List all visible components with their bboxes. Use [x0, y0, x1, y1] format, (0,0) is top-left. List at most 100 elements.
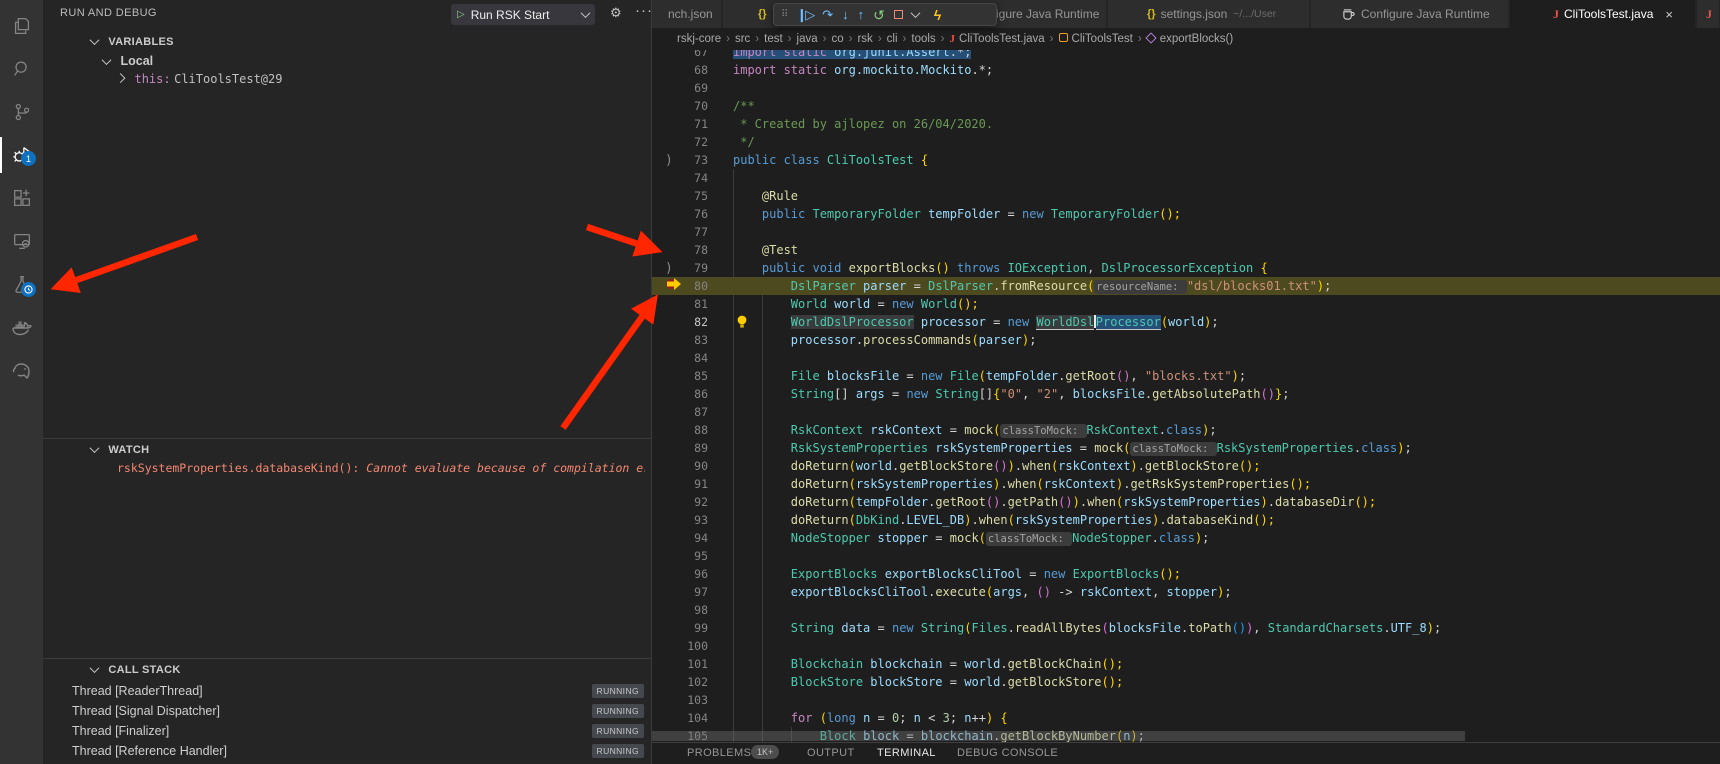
source-control-icon[interactable]: [0, 92, 43, 132]
code-line[interactable]: 83 processor.processCommands(parser);: [652, 331, 1720, 349]
stop-icon[interactable]: [894, 10, 903, 19]
code-line[interactable]: 86 String[] args = new String[]{"0", "2"…: [652, 385, 1720, 403]
drag-grip-icon[interactable]: ⠿: [781, 10, 787, 20]
code-line[interactable]: 85 File blocksFile = new File(tempFolder…: [652, 367, 1720, 385]
code-line[interactable]: 67import static org.junit.Assert.*;: [652, 50, 1720, 61]
code-line[interactable]: 92 doReturn(tempFolder.getRoot().getPath…: [652, 493, 1720, 511]
code-line[interactable]: )73public class CliToolsTest {: [652, 151, 1720, 169]
call-stack-section-header[interactable]: CALL STACK: [91, 664, 181, 676]
continue-icon[interactable]: ❙▷: [796, 8, 813, 21]
explorer-icon[interactable]: [0, 6, 43, 46]
code-line[interactable]: 93 doReturn(DbKind.LEVEL_DB).when(rskSys…: [652, 511, 1720, 529]
horizontal-scrollbar[interactable]: [652, 731, 1465, 741]
breadcrumb-item[interactable]: rskj-core: [677, 33, 721, 45]
code-line[interactable]: 98: [652, 601, 1720, 619]
breadcrumb-item[interactable]: CliToolsTest: [1059, 33, 1133, 45]
tab-configure-java-runtime[interactable]: Configure Java Runtime: [1311, 0, 1509, 28]
tab-terminal[interactable]: TERMINAL: [877, 747, 936, 759]
fold-marker-icon[interactable]: ): [665, 261, 673, 276]
call-stack-thread[interactable]: Thread [Reference Handler]RUNNING: [43, 742, 652, 762]
breadcrumb-item[interactable]: JCliToolsTest.java: [950, 33, 1045, 45]
code-line[interactable]: 103: [652, 691, 1720, 709]
breadcrumb-item[interactable]: cli: [887, 33, 898, 45]
breadcrumb-item[interactable]: co: [831, 33, 843, 45]
run-and-debug-icon[interactable]: 1: [0, 135, 43, 175]
line-number: 81: [682, 295, 708, 313]
more-actions-icon[interactable]: ···: [635, 2, 653, 19]
code-line[interactable]: 82 WorldDslProcessor processor = new Wor…: [652, 313, 1720, 331]
code-line[interactable]: 70/**: [652, 97, 1720, 115]
code-line[interactable]: 89 RskSystemProperties rskSystemProperti…: [652, 439, 1720, 457]
breadcrumb-item[interactable]: rsk: [857, 33, 872, 45]
code-line[interactable]: 97 exportBlocksCliTool.execute(args, () …: [652, 583, 1720, 601]
extensions-icon[interactable]: [0, 178, 43, 218]
code-line[interactable]: 69: [652, 79, 1720, 97]
code-line[interactable]: 100: [652, 637, 1720, 655]
tab-partial-java[interactable]: J: [1697, 0, 1720, 28]
code-line[interactable]: 96 ExportBlocks exportBlocksCliTool = ne…: [652, 565, 1720, 583]
call-stack-thread[interactable]: Thread [Signal Dispatcher]RUNNING: [43, 702, 652, 722]
code-line[interactable]: 99 String data = new String(Files.readAl…: [652, 619, 1720, 637]
breadcrumb-separator: ›: [1050, 33, 1054, 45]
code-line[interactable]: 71 * Created by ajlopez on 26/04/2020.: [652, 115, 1720, 133]
breakpoint-current-line-icon[interactable]: [665, 277, 683, 291]
line-number: 79: [682, 259, 708, 277]
docker-icon[interactable]: [0, 308, 43, 348]
watch-expression[interactable]: rskSystemProperties.databaseKind(): Cann…: [117, 461, 645, 475]
stop-dropdown-chevron-icon[interactable]: [910, 8, 920, 18]
breadcrumb-item[interactable]: tools: [911, 33, 935, 45]
watch-section-header[interactable]: WATCH: [91, 444, 149, 456]
variables-section-header[interactable]: VARIABLES: [91, 36, 174, 48]
code-line[interactable]: 68import static org.mockito.Mockito.*;: [652, 61, 1720, 79]
code-line[interactable]: 87: [652, 403, 1720, 421]
tab-clitoolstest-java[interactable]: J CliToolsTest.java ×: [1510, 0, 1696, 28]
code-line[interactable]: 101 Blockchain blockchain = world.getBlo…: [652, 655, 1720, 673]
lightbulb-icon[interactable]: [736, 315, 748, 329]
code-line[interactable]: 94 NodeStopper stopper = mock(classToMoc…: [652, 529, 1720, 547]
search-icon[interactable]: [0, 49, 43, 89]
line-number: 95: [682, 547, 708, 565]
code-line[interactable]: 75 @Rule: [652, 187, 1720, 205]
step-out-icon[interactable]: ↑: [858, 8, 865, 21]
tab-debug-console[interactable]: DEBUG CONSOLE: [957, 747, 1058, 759]
testing-icon[interactable]: [0, 264, 43, 304]
code-line[interactable]: 77: [652, 223, 1720, 241]
code-line[interactable]: 72 */: [652, 133, 1720, 151]
code-line[interactable]: 84: [652, 349, 1720, 367]
step-into-icon[interactable]: ↓: [842, 8, 849, 21]
code-line[interactable]: 102 BlockStore blockStore = world.getBlo…: [652, 673, 1720, 691]
code-line[interactable]: 80 DslParser parser = DslParser.fromReso…: [652, 277, 1720, 295]
code-line[interactable]: 74: [652, 169, 1720, 187]
run-configuration-dropdown[interactable]: ▷ Run RSK Start: [451, 4, 595, 25]
code-line[interactable]: 81 World world = new World();: [652, 295, 1720, 313]
variables-scope-local[interactable]: Local: [103, 54, 153, 68]
gradle-elephant-icon[interactable]: [0, 351, 43, 391]
code-line[interactable]: 76 public TemporaryFolder tempFolder = n…: [652, 205, 1720, 223]
gear-icon[interactable]: ⚙: [610, 5, 622, 21]
code-line[interactable]: 90 doReturn(world.getBlockStore()).when(…: [652, 457, 1720, 475]
code-line[interactable]: 91 doReturn(rskSystemProperties).when(rs…: [652, 475, 1720, 493]
tab-settings-json[interactable]: {} settings.json ~/.../User: [1108, 0, 1310, 28]
code-line[interactable]: )79 public void exportBlocks() throws IO…: [652, 259, 1720, 277]
breadcrumb-item[interactable]: test: [764, 33, 783, 45]
call-stack-thread[interactable]: Thread [Finalizer]RUNNING: [43, 722, 652, 742]
code-editor[interactable]: 67import static org.junit.Assert.*;68imp…: [652, 50, 1720, 742]
call-stack-thread[interactable]: Thread [ReaderThread]RUNNING: [43, 682, 652, 702]
breadcrumb-item[interactable]: src: [735, 33, 750, 45]
variable-this[interactable]: this: CliToolsTest@29: [117, 72, 282, 86]
close-icon[interactable]: ×: [1665, 7, 1673, 22]
code-line[interactable]: 78 @Test: [652, 241, 1720, 259]
breadcrumb-item[interactable]: java: [797, 33, 818, 45]
tab-output[interactable]: OUTPUT: [807, 747, 855, 759]
remote-explorer-icon[interactable]: [0, 221, 43, 261]
code-line[interactable]: 95: [652, 547, 1720, 565]
step-over-icon[interactable]: ↷: [822, 8, 833, 21]
tab-launch-json[interactable]: nch.json: [652, 0, 722, 28]
code-line[interactable]: 88 RskContext rskContext = mock(classToM…: [652, 421, 1720, 439]
fold-marker-icon[interactable]: ): [665, 153, 673, 168]
breadcrumb-item[interactable]: exportBlocks(): [1147, 33, 1234, 45]
hot-code-replace-icon[interactable]: ϟ: [934, 7, 941, 23]
restart-icon[interactable]: ↺: [873, 8, 885, 22]
code-line[interactable]: 104 for (long n = 0; n < 3; n++) {: [652, 709, 1720, 727]
tab-problems[interactable]: PROBLEMS: [687, 747, 751, 759]
